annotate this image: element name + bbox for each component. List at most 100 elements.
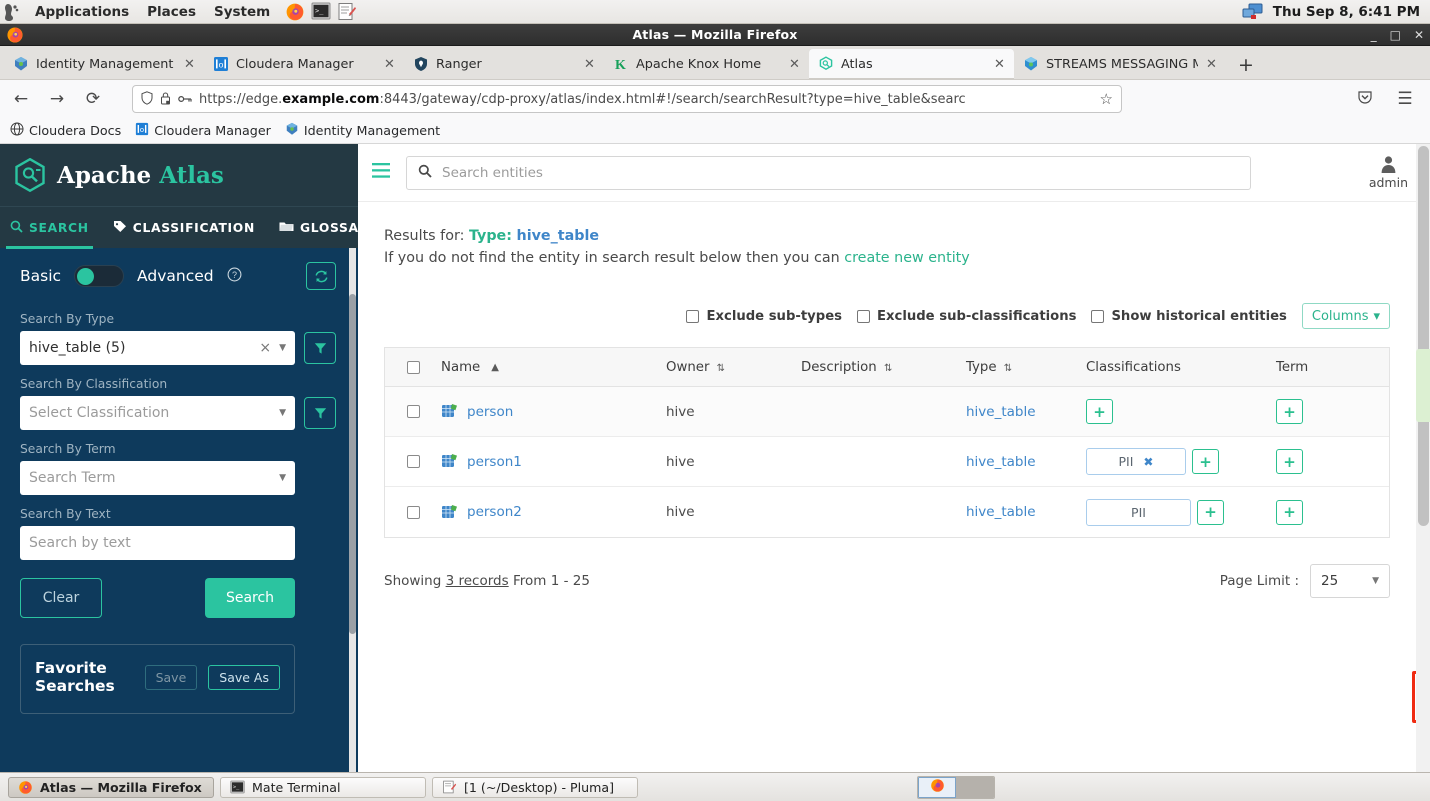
entity-search-input[interactable]: Search entities bbox=[406, 155, 1251, 190]
sidebar-scrollbar-thumb[interactable] bbox=[349, 294, 356, 634]
tab-close-icon[interactable]: ✕ bbox=[383, 57, 396, 72]
address-bar[interactable]: https://edge.example.com:8443/gateway/cd… bbox=[132, 85, 1122, 113]
browser-tab-cloudera-manager[interactable]: o Cloudera Manager ✕ bbox=[204, 49, 404, 79]
add-term-button[interactable]: + bbox=[1276, 399, 1303, 424]
browser-tab-identity-management[interactable]: Identity Management ✕ bbox=[4, 49, 204, 79]
column-header-name[interactable]: Name ▲ bbox=[441, 360, 666, 375]
menu-places[interactable]: Places bbox=[138, 1, 205, 23]
window-maximize-button[interactable]: □ bbox=[1390, 25, 1401, 45]
pocket-icon[interactable] bbox=[1352, 89, 1378, 109]
browser-tab-atlas[interactable]: Atlas ✕ bbox=[809, 49, 1014, 79]
bookmark-star-icon[interactable]: ☆ bbox=[1100, 90, 1113, 108]
column-header-description[interactable]: Description ⇅ bbox=[801, 360, 966, 375]
tab-close-icon[interactable]: ✕ bbox=[788, 57, 801, 72]
checkbox-show-historical-entities[interactable]: Show historical entities bbox=[1091, 309, 1287, 324]
hamburger-icon[interactable] bbox=[372, 163, 390, 182]
firefox-menu-button[interactable]: ☰ bbox=[1392, 89, 1418, 109]
search-button[interactable]: Search bbox=[205, 578, 295, 618]
reload-button[interactable]: ⟳ bbox=[80, 89, 106, 109]
window-minimize-button[interactable]: _ bbox=[1371, 25, 1377, 45]
tab-close-icon[interactable]: ✕ bbox=[583, 57, 596, 72]
shield-icon[interactable] bbox=[141, 90, 153, 108]
mate-foot-icon[interactable] bbox=[2, 2, 24, 22]
chevron-down-icon[interactable]: ▼ bbox=[279, 408, 286, 418]
page-limit-select[interactable]: 25 ▼ bbox=[1310, 564, 1390, 598]
search-by-text-input[interactable]: Search by text bbox=[20, 526, 295, 560]
clear-type-icon[interactable]: × bbox=[259, 340, 271, 356]
taskbar-window-pluma[interactable]: [1 (~/Desktop) - Pluma] bbox=[432, 776, 638, 798]
entity-name-link[interactable]: person2 bbox=[467, 504, 522, 520]
row-checkbox[interactable] bbox=[385, 455, 441, 468]
table-row[interactable]: person1 hive hive_table PII ✖ + + bbox=[385, 437, 1389, 487]
column-header-owner[interactable]: Owner ⇅ bbox=[666, 360, 801, 375]
browser-tab-apache-knox-home[interactable]: K Apache Knox Home ✕ bbox=[604, 49, 809, 79]
taskbar-window-mate-terminal[interactable]: >_ Mate Terminal bbox=[220, 776, 426, 798]
new-tab-button[interactable]: + bbox=[1226, 51, 1266, 79]
browser-tab-streams-messaging[interactable]: STREAMS MESSAGING M ✕ bbox=[1014, 49, 1226, 79]
add-classification-button[interactable]: + bbox=[1086, 399, 1113, 424]
columns-button[interactable]: Columns ▾ bbox=[1301, 303, 1390, 329]
add-term-button[interactable]: + bbox=[1276, 499, 1303, 525]
type-filter-button[interactable] bbox=[304, 332, 336, 364]
forward-button[interactable]: → bbox=[44, 89, 70, 109]
user-menu[interactable]: admin bbox=[1369, 155, 1408, 190]
lock-icon[interactable] bbox=[160, 91, 171, 108]
row-checkbox[interactable] bbox=[385, 405, 441, 418]
row-checkbox[interactable] bbox=[385, 505, 441, 519]
basic-advanced-toggle[interactable] bbox=[74, 265, 125, 287]
menu-system[interactable]: System bbox=[205, 1, 279, 23]
remove-classification-icon[interactable]: ✖ bbox=[1143, 455, 1153, 469]
workspace-1[interactable] bbox=[918, 776, 956, 798]
system-clock-area[interactable]: Thu Sep 8, 6:41 PM bbox=[1242, 0, 1420, 24]
checkbox-box[interactable] bbox=[857, 309, 870, 323]
tab-close-icon[interactable]: ✕ bbox=[183, 57, 196, 72]
terminal-icon[interactable]: >_ bbox=[311, 2, 333, 22]
network-icon[interactable] bbox=[1242, 3, 1266, 21]
entity-type-link[interactable]: hive_table bbox=[966, 454, 1036, 470]
nav-tab-search[interactable]: SEARCH bbox=[6, 207, 93, 249]
checkbox-box[interactable] bbox=[686, 309, 700, 323]
table-row[interactable]: person hive hive_table + + bbox=[385, 387, 1389, 437]
save-button[interactable]: Save bbox=[144, 664, 198, 690]
clear-button[interactable]: Clear bbox=[20, 578, 102, 618]
search-by-term-select[interactable]: Search Term ▼ bbox=[20, 461, 295, 495]
back-button[interactable]: ← bbox=[8, 89, 34, 109]
classification-chip[interactable]: PII ✖ bbox=[1086, 448, 1186, 475]
bookmark-identity-management[interactable]: Identity Management bbox=[285, 122, 440, 139]
window-close-button[interactable]: ✕ bbox=[1414, 25, 1424, 45]
search-by-classification-select[interactable]: Select Classification ▼ bbox=[20, 396, 295, 430]
workspace-2[interactable] bbox=[956, 776, 994, 798]
chevron-down-icon[interactable]: ▼ bbox=[279, 473, 286, 483]
nav-tab-classification[interactable]: CLASSIFICATION bbox=[109, 207, 259, 249]
entity-name-link[interactable]: person bbox=[467, 404, 513, 420]
checkbox-exclude-sub-classifications[interactable]: Exclude sub-classifications bbox=[857, 309, 1076, 324]
notification-toast[interactable]: Classification PII has been added to ent… bbox=[1416, 349, 1430, 423]
table-row[interactable]: person2 hive hive_table PII + + bbox=[385, 487, 1389, 537]
checkbox-box[interactable] bbox=[1091, 309, 1105, 323]
taskbar-window-atlas-firefox[interactable]: Atlas — Mozilla Firefox bbox=[8, 776, 214, 798]
entity-name-link[interactable]: person1 bbox=[467, 454, 522, 470]
add-classification-button[interactable]: + bbox=[1197, 499, 1224, 525]
add-term-button[interactable]: + bbox=[1276, 449, 1303, 474]
question-icon[interactable]: ? bbox=[227, 267, 242, 286]
create-new-entity-link[interactable]: create new entity bbox=[844, 250, 970, 266]
refresh-icon[interactable] bbox=[306, 262, 336, 290]
page-scrollbar-thumb[interactable] bbox=[1418, 146, 1429, 526]
column-header-type[interactable]: Type ⇅ bbox=[966, 360, 1086, 375]
key-icon[interactable] bbox=[178, 92, 192, 107]
workspace-switcher[interactable] bbox=[917, 775, 995, 799]
select-all-checkbox[interactable] bbox=[385, 360, 441, 374]
save-as-button[interactable]: Save As bbox=[208, 664, 280, 690]
add-classification-button[interactable]: + bbox=[1192, 449, 1219, 474]
entity-type-link[interactable]: hive_table bbox=[966, 504, 1036, 520]
bookmark-cloudera-docs[interactable]: Cloudera Docs bbox=[10, 122, 121, 139]
bookmark-cloudera-manager[interactable]: o Cloudera Manager bbox=[135, 122, 271, 139]
chevron-down-icon[interactable]: ▼ bbox=[1372, 576, 1379, 586]
classification-chip[interactable]: PII bbox=[1086, 498, 1191, 526]
chevron-down-icon[interactable]: ▼ bbox=[279, 343, 286, 353]
classification-filter-button[interactable] bbox=[304, 397, 336, 429]
firefox-icon[interactable] bbox=[285, 2, 307, 22]
entity-type-link[interactable]: hive_table bbox=[966, 404, 1036, 420]
menu-applications[interactable]: Applications bbox=[26, 1, 138, 23]
browser-tab-ranger[interactable]: Ranger ✕ bbox=[404, 49, 604, 79]
